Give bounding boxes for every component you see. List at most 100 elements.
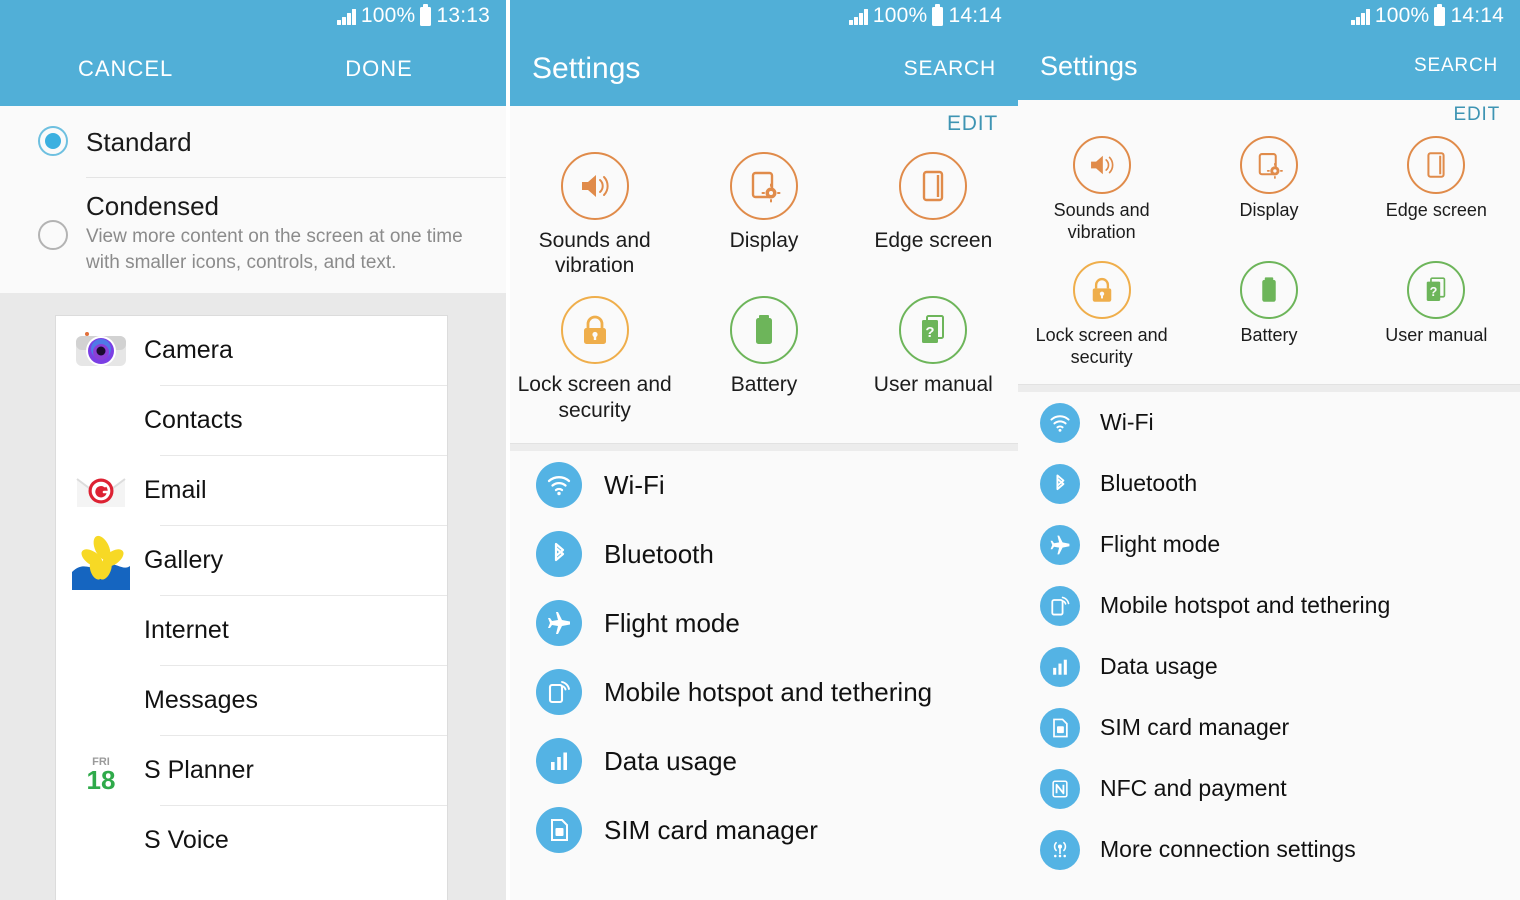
edit-button[interactable]: EDIT bbox=[947, 112, 998, 136]
screenshot-root: 100% 13:13 CANCEL DONE Standard Condense… bbox=[0, 0, 1520, 900]
search-button[interactable]: SEARCH bbox=[904, 57, 996, 81]
padlock-icon bbox=[1072, 261, 1131, 320]
quick-item-label: Display bbox=[1239, 200, 1299, 220]
app-label: Gallery bbox=[144, 546, 224, 575]
more-connections-icon bbox=[1040, 829, 1080, 870]
svg-text:?: ? bbox=[1430, 285, 1438, 299]
settings-item-wi-fi[interactable]: Wi-Fi bbox=[1018, 392, 1520, 453]
settings-item-label: Bluetooth bbox=[1100, 470, 1198, 497]
user-manual-icon: ? bbox=[899, 296, 968, 365]
svg-text:?: ? bbox=[926, 324, 935, 341]
settings-item-label: Bluetooth bbox=[604, 538, 714, 569]
panel-settings-standard: 100% 14:14 Settings SEARCH EDIT Sounds a… bbox=[510, 0, 1018, 900]
app-preview-area: Camera Contacts Email Gallery Internet M… bbox=[0, 293, 506, 900]
wifi-icon bbox=[536, 462, 582, 509]
settings-item-label: NFC and payment bbox=[1100, 775, 1287, 802]
settings-item-label: SIM card manager bbox=[604, 814, 818, 845]
quick-item-battery[interactable]: Battery bbox=[1185, 253, 1352, 378]
hotspot-icon bbox=[1040, 585, 1080, 626]
edit-bar-2: EDIT bbox=[510, 106, 1018, 136]
list-item[interactable]: Contacts bbox=[56, 386, 447, 455]
speaker-icon bbox=[1072, 136, 1131, 194]
contacts-app-icon bbox=[72, 391, 130, 450]
list-item[interactable]: FRI 18 S Planner bbox=[56, 736, 447, 805]
clock-label: 14:14 bbox=[948, 4, 1002, 27]
search-button[interactable]: SEARCH bbox=[1414, 55, 1498, 77]
done-button[interactable]: DONE bbox=[345, 56, 413, 82]
quick-item-display[interactable]: Display bbox=[679, 144, 848, 288]
settings-item-sim-card-manager[interactable]: SIM card manager bbox=[1018, 697, 1520, 758]
settings-item-more-connection-settings[interactable]: More connection settings bbox=[1018, 819, 1520, 880]
signal-bars-icon bbox=[849, 8, 868, 25]
internet-app-icon bbox=[72, 601, 130, 660]
battery-full-icon bbox=[420, 3, 432, 26]
list-item[interactable]: Messages bbox=[56, 666, 447, 735]
density-options-group: Standard Condensed View more content on … bbox=[0, 106, 506, 294]
section-separator bbox=[1018, 384, 1520, 393]
density-option-standard[interactable]: Standard bbox=[0, 106, 506, 177]
settings-item-sim-card-manager[interactable]: SIM card manager bbox=[510, 796, 1018, 865]
quick-item-label: Edge screen bbox=[874, 229, 993, 252]
settings-item-data-usage[interactable]: Data usage bbox=[510, 727, 1018, 796]
settings-item-mobile-hotspot-and-tethering[interactable]: Mobile hotspot and tethering bbox=[1018, 575, 1520, 636]
settings-item-data-usage[interactable]: Data usage bbox=[1018, 636, 1520, 697]
quick-item-label: Battery bbox=[1240, 325, 1298, 346]
sim-card-icon bbox=[536, 807, 582, 854]
app-bar-2: Settings SEARCH bbox=[510, 32, 1018, 106]
edge-screen-icon bbox=[899, 152, 968, 220]
quick-item-user-manual[interactable]: ? User manual bbox=[1353, 253, 1520, 378]
settings-item-label: Wi-Fi bbox=[1100, 409, 1154, 436]
quick-item-label: Edge screen bbox=[1385, 200, 1487, 220]
quick-item-sounds-and-vibration[interactable]: Sounds and vibration bbox=[1018, 128, 1185, 253]
radio-condensed[interactable] bbox=[20, 192, 86, 250]
settings-item-bluetooth[interactable]: Bluetooth bbox=[510, 520, 1018, 589]
gallery-app-icon bbox=[72, 531, 130, 590]
app-label: Messages bbox=[144, 686, 258, 715]
settings-item-wi-fi[interactable]: Wi-Fi bbox=[510, 451, 1018, 520]
s-voice-app-icon bbox=[72, 811, 130, 870]
density-option-label: Condensed bbox=[86, 190, 219, 221]
quick-item-battery[interactable]: Battery bbox=[679, 288, 848, 432]
data-usage-icon bbox=[536, 738, 582, 785]
email-app-icon bbox=[72, 461, 130, 520]
quick-item-lock-screen-and-security[interactable]: Lock screen and security bbox=[1018, 253, 1185, 378]
list-item[interactable]: Internet bbox=[56, 596, 447, 665]
quick-item-user-manual[interactable]: ? User manual bbox=[849, 288, 1018, 432]
list-item[interactable]: Gallery bbox=[56, 526, 447, 595]
quick-item-sounds-and-vibration[interactable]: Sounds and vibration bbox=[510, 144, 679, 288]
app-label: Camera bbox=[144, 336, 233, 365]
quick-item-label: User manual bbox=[873, 373, 993, 397]
quick-item-edge-screen[interactable]: Edge screen bbox=[1353, 128, 1520, 253]
clock-label: 14:14 bbox=[1450, 4, 1504, 27]
quick-item-edge-screen[interactable]: Edge screen bbox=[849, 144, 1018, 288]
settings-item-mobile-hotspot-and-tethering[interactable]: Mobile hotspot and tethering bbox=[510, 658, 1018, 727]
settings-item-label: Mobile hotspot and tethering bbox=[1100, 592, 1391, 619]
cancel-button[interactable]: CANCEL bbox=[78, 56, 173, 82]
quick-item-display[interactable]: Display bbox=[1185, 128, 1352, 253]
edit-button[interactable]: EDIT bbox=[1454, 104, 1500, 126]
list-item[interactable]: Camera bbox=[56, 316, 447, 385]
wifi-icon bbox=[1040, 402, 1080, 443]
app-label: Email bbox=[144, 476, 207, 505]
signal-bars-icon bbox=[1351, 8, 1370, 25]
settings-item-nfc-and-payment[interactable]: NFC and payment bbox=[1018, 758, 1520, 819]
settings-item-label: Data usage bbox=[1100, 653, 1218, 680]
settings-item-flight-mode[interactable]: Flight mode bbox=[510, 589, 1018, 658]
settings-item-label: Data usage bbox=[604, 745, 737, 776]
battery-percent-label: 100% bbox=[1374, 4, 1430, 27]
quick-settings-grid-2: Sounds and vibration Display Edge screen… bbox=[510, 136, 1018, 443]
edge-screen-icon bbox=[1407, 136, 1466, 194]
quick-item-label: Lock screen and security bbox=[517, 373, 672, 422]
list-item[interactable]: S Voice bbox=[56, 806, 447, 875]
quick-item-label: Display bbox=[729, 229, 799, 252]
settings-item-bluetooth[interactable]: Bluetooth bbox=[1018, 453, 1520, 514]
settings-item-flight-mode[interactable]: Flight mode bbox=[1018, 514, 1520, 575]
quick-item-lock-screen-and-security[interactable]: Lock screen and security bbox=[510, 288, 679, 432]
app-label: S Planner bbox=[144, 756, 254, 785]
settings-list-2: Wi-Fi Bluetooth Flight mode Mobile hotsp… bbox=[510, 450, 1018, 865]
status-bar-1: 100% 13:13 bbox=[0, 0, 506, 32]
density-option-condensed[interactable]: Condensed View more content on the scree… bbox=[0, 178, 506, 294]
settings-item-label: Wi-Fi bbox=[604, 469, 665, 500]
radio-standard[interactable] bbox=[20, 126, 86, 157]
nfc-icon bbox=[1040, 768, 1080, 809]
